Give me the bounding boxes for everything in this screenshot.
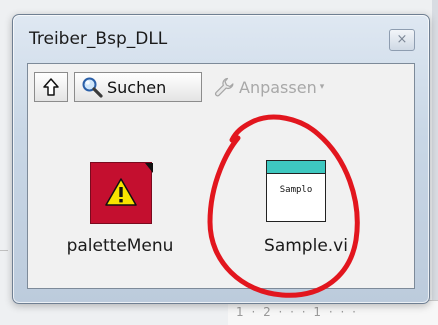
palette-item-palettemenu[interactable]: paletteMenu: [48, 110, 208, 288]
background-tick: [0, 250, 8, 251]
customize-button[interactable]: Anpassen ▾: [208, 72, 354, 102]
palette-toolbar: Suchen Anpassen ▾: [28, 64, 414, 110]
background-strip: [432, 0, 438, 325]
window-title: Treiber_Bsp_DLL: [29, 29, 168, 49]
palette-item-sample-vi[interactable]: Samplo Sample.vi: [218, 110, 378, 288]
wrench-icon: [215, 77, 234, 97]
palette-content: paletteMenu Samplo Sample.vi: [28, 110, 414, 288]
palette-panel: Suchen Anpassen ▾ paletteMenu Samplo Sam…: [27, 63, 415, 289]
chevron-down-icon: ▾: [319, 82, 325, 92]
vi-icon: Samplo: [266, 160, 326, 222]
palette-item-label: paletteMenu: [66, 236, 174, 256]
palette-window: Treiber_Bsp_DLL × Suchen Anpassen ▾ pale…: [12, 14, 430, 304]
close-icon: ×: [396, 32, 408, 47]
vi-icon-text: Samplo: [279, 185, 313, 195]
customize-button-label: Anpassen: [239, 77, 317, 97]
vi-icon-bar: [267, 161, 325, 174]
search-icon: [82, 77, 103, 98]
palette-menu-icon: [90, 162, 153, 224]
search-button[interactable]: Suchen: [74, 72, 202, 102]
submenu-corner-icon: [145, 163, 153, 173]
up-button[interactable]: [34, 72, 68, 102]
arrow-up-icon: [43, 78, 59, 96]
search-button-label: Suchen: [107, 77, 167, 97]
warning-icon: [105, 178, 137, 206]
screen: 1 · 2 · · · 1 · · · Treiber_Bsp_DLL × Su…: [0, 0, 438, 325]
palette-item-label: Sample.vi: [264, 236, 348, 256]
close-button[interactable]: ×: [389, 29, 415, 51]
